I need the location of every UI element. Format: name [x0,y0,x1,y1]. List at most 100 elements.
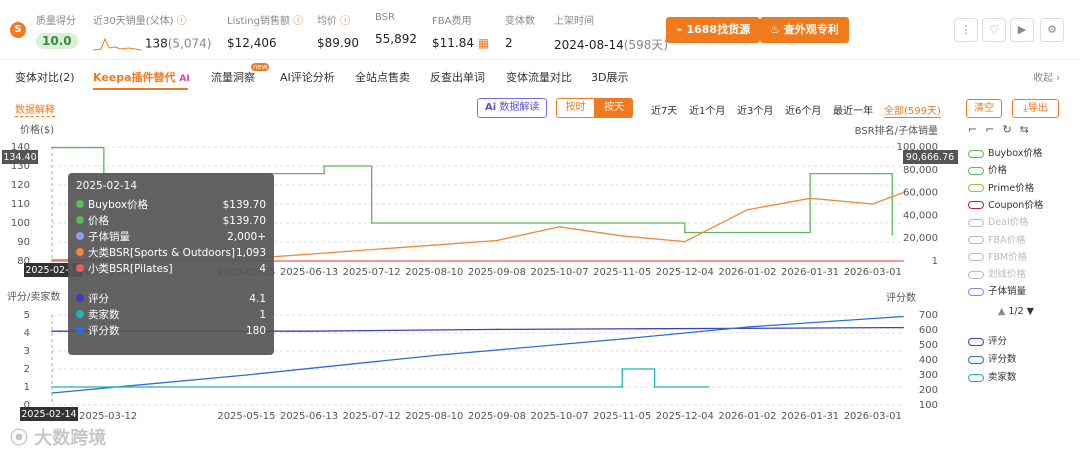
pager-down-icon[interactable]: ▼ [1027,306,1034,317]
legend-item[interactable]: 价格 [968,163,1007,179]
legend-marker-icon [968,355,984,364]
data-point [891,233,894,236]
y-right-tick-label: 20,000 [903,233,938,244]
legend-marker-icon [968,184,984,193]
y-tick-label: 120 [11,180,30,191]
y-right-tick-label: 200 [919,385,938,396]
legend-label: 子体销量 [988,286,1027,298]
data-point [809,197,811,200]
svg-text:134.40: 134.40 [3,152,36,163]
y-tick-label: 4 [24,328,30,339]
legend-item[interactable]: Buybox价格 [968,146,1042,162]
x-tick-label: 2025-06-13 [280,267,338,278]
x-tick-label: 2025-11-05 [593,411,651,422]
y-right-tick-label: 60,000 [903,188,938,199]
data-point [707,386,710,388]
tooltip-row: Buybox价格 $139.70 [76,197,266,213]
data-point [496,328,498,331]
select-icon[interactable]: ⌐ [968,123,985,136]
x-tick-label: 2025-12-04 [656,267,714,278]
pager-up-icon[interactable]: ▲ [998,306,1005,317]
watermark-logo-icon: ⦿ [10,428,35,449]
series-dot-icon [76,248,84,256]
tooltip-row: 评分数 180 [76,323,266,339]
data-point [746,208,749,211]
series-dot-icon [76,294,84,302]
data-point [433,244,436,246]
legend-item[interactable]: FBM价格 [968,250,1027,266]
data-point [308,330,310,333]
x-tick-label: 2026-01-02 [718,267,776,278]
data-point [684,240,686,243]
x-tick-label: 2025-07-12 [343,267,401,278]
tooltip-row: 子体销量 2,000+ [76,229,266,245]
legend-label: 评分数 [988,354,1017,365]
x-tick-label: 2025-06-13 [280,411,338,422]
legend-marker-icon [968,201,984,210]
y-tick-label: 1 [24,382,30,393]
data-point [621,368,624,370]
legend-pager[interactable]: ▲ 1/2 ▼ [998,306,1034,317]
legend-item[interactable]: 划线价格 [968,267,1026,283]
legend-marker-icon [968,253,984,262]
bottom-ylabel-right: 评分数 [886,291,916,304]
legend-marker-icon [968,270,984,279]
swap-icon[interactable]: ⇆ [1020,123,1037,136]
data-point [558,226,561,228]
chart-tooltip: 2025-02-14 Buybox价格 $139.70 价格 $139.70 子体销量 2… [68,173,274,355]
y-right-tick-label: 80,000 [903,165,938,176]
legend-item[interactable]: 子体销量 [968,284,1026,300]
legend-item[interactable]: 评分 [968,334,1007,350]
y-tick-label: 90 [17,237,30,248]
series-dot-icon [76,310,84,318]
y-right-tick-label: 400 [919,355,938,366]
data-point [51,330,53,333]
legend-marker-icon [968,337,984,346]
legend-label: Buybox价格 [988,148,1043,159]
x-tick-label: 2025-09-08 [468,411,526,422]
data-point [902,326,904,329]
legend-marker-icon [968,149,984,158]
legend-marker-icon [968,373,984,382]
data-point [746,231,749,234]
y-tick-label: 3 [24,346,30,357]
tooltip-row: 卖家数 1 [76,307,266,323]
tooltip-row: 评分 4.1 [76,291,266,307]
legend-label: Deal价格 [988,217,1029,229]
svg-text:2025-02-14: 2025-02-14 [21,409,76,420]
y-tick-label: 110 [11,199,30,210]
x-tick-label: 2025-03-12 [79,411,137,422]
tooltip-row: 大类BSR[Sports & Outdoors] 1,093 [76,245,266,261]
zoom-icon[interactable]: ⌐ [985,123,1002,136]
legend-marker-icon [968,287,984,296]
legend-item[interactable]: FBA价格 [968,233,1025,249]
legend-item[interactable]: 卖家数 [968,370,1017,386]
data-point [621,386,624,388]
y-right-tick-label: 700 [919,310,938,321]
tooltip-row: 价格 $139.70 [76,213,266,229]
data-point [496,239,498,242]
series-dot-icon [76,200,84,208]
data-point [902,191,904,194]
x-tick-label: 2025-10-07 [531,267,589,278]
legend-item[interactable]: Prime价格 [968,181,1034,197]
x-tick-label: 2025-07-12 [343,411,401,422]
x-tick-label: 2025-05-15 [217,411,275,422]
legend-label: 卖家数 [988,372,1017,383]
legend-item[interactable]: Coupon价格 [968,198,1043,214]
tooltip-row: 小类BSR[Pilates] 4 [76,261,266,277]
watermark: ⦿ 大数跨境 [10,428,107,449]
legend-marker-icon [968,236,984,244]
legend-item[interactable]: 评分数 [968,352,1017,368]
top-right-value-tag: 90,666.76 [903,150,958,164]
data-point [809,172,811,175]
legend-item[interactable]: Deal价格 [968,215,1029,231]
data-point [653,368,656,370]
bottom-date-tag: 2025-02-14 [20,407,78,421]
refresh-icon[interactable]: ↻ [1002,123,1019,136]
x-tick-label: 2025-08-10 [405,411,463,422]
data-point [245,374,248,376]
data-point [323,165,325,167]
x-tick-label: 2026-01-02 [718,411,776,422]
legend-label: FBM价格 [988,251,1028,263]
